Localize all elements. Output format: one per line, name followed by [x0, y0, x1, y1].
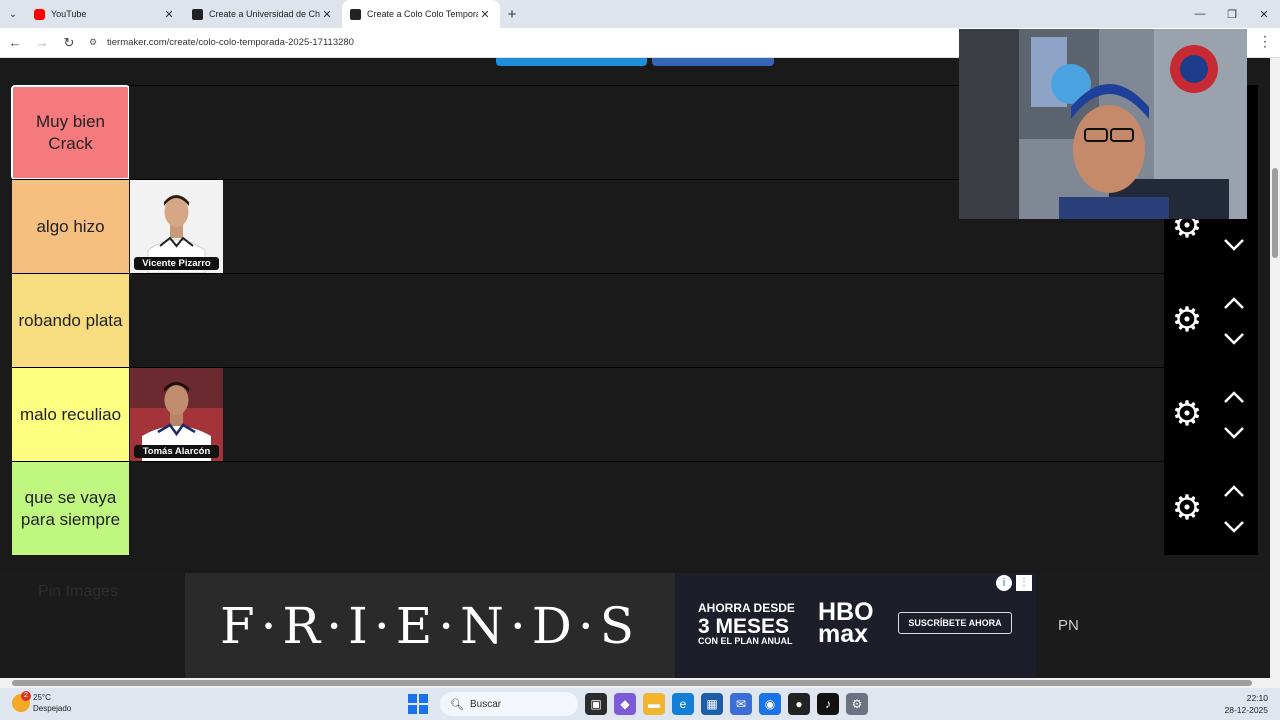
chevron-up-icon[interactable] [1222, 482, 1246, 500]
restore-icon[interactable]: ❐ [1216, 0, 1248, 28]
tier-controls: ⚙ [1164, 274, 1258, 367]
chevron-up-icon[interactable] [1222, 388, 1246, 406]
taskbar-search[interactable]: 🔍︎ Buscar [440, 692, 578, 716]
hbo-logo-bottom: max [818, 620, 869, 648]
tab-title: Create a Colo Colo Temporada [367, 9, 478, 19]
ad-options-icon[interactable]: ⋮ [1016, 575, 1032, 591]
tab-colo-colo[interactable]: Create a Colo Colo Temporada ✕ [342, 0, 500, 28]
system-clock[interactable]: 22:10 28-12-2025 [1225, 692, 1268, 716]
gear-icon[interactable]: ⚙ [1170, 491, 1204, 525]
tier-label[interactable]: malo reculiao [12, 368, 129, 461]
close-tab-icon[interactable]: ✕ [478, 8, 492, 21]
chrome-icon[interactable]: ◉ [759, 693, 781, 715]
tiermaker-icon [192, 8, 203, 20]
url-text: tiermaker.com/create/colo-colo-temporada… [107, 37, 354, 48]
windows-taskbar: 2 25°C Despejado 🔍︎ Buscar ▣ ◆ ▬ e ▦ ✉ ◉… [0, 688, 1280, 720]
player-card[interactable]: Vicente Pizarro [130, 180, 223, 273]
gear-icon[interactable]: ⚙ [1170, 303, 1204, 337]
tab-search-chevron-icon[interactable]: ⌄ [0, 0, 26, 28]
friends-ad[interactable]: F·R·I·E·N·D·S [185, 573, 675, 678]
site-info-icon[interactable]: ⚙ [89, 37, 101, 48]
tier-items-dropzone[interactable]: Tomás Alarcón [129, 368, 1165, 461]
mail-icon[interactable]: ✉ [730, 693, 752, 715]
tier-controls: ⚙ [1164, 462, 1258, 555]
chevron-down-icon[interactable] [1222, 330, 1246, 348]
forward-icon[interactable]: → [30, 31, 54, 55]
scrollbar-thumb[interactable] [1272, 168, 1278, 258]
hbo-max-logo: HBO max [818, 600, 874, 648]
horizontal-scrollbar[interactable] [0, 678, 1280, 688]
player-name: Vicente Pizarro [134, 257, 219, 270]
close-window-icon[interactable]: ✕ [1248, 0, 1280, 28]
gear-icon[interactable]: ⚙ [1170, 397, 1204, 431]
tier-row: malo reculiao Tomás Alarcón ⚙ [12, 367, 1258, 461]
scrollbar-thumb[interactable] [12, 680, 1252, 686]
weather-desc: Despejado [33, 704, 72, 713]
chevron-down-icon[interactable] [1222, 518, 1246, 536]
minimize-icon[interactable]: — [1184, 0, 1216, 28]
store-icon[interactable]: ▦ [701, 693, 723, 715]
close-tab-icon[interactable]: ✕ [162, 8, 176, 21]
search-icon: 🔍︎ [450, 698, 464, 711]
tab-universidad-de-chile[interactable]: Create a Universidad de Chile Te ✕ [184, 0, 342, 28]
chevron-down-icon[interactable] [1222, 424, 1246, 442]
ad-line: CON EL PLAN ANUAL [698, 636, 793, 646]
back-icon[interactable]: ← [3, 31, 27, 55]
copilot-icon[interactable]: ◆ [614, 693, 636, 715]
share-button[interactable] [652, 58, 774, 66]
file-explorer-icon[interactable]: ▬ [643, 693, 665, 715]
tier-label[interactable]: algo hizo [12, 180, 129, 273]
url-field[interactable]: ⚙ tiermaker.com/create/colo-colo-tempora… [89, 32, 969, 54]
search-placeholder: Buscar [469, 698, 502, 710]
obs-icon[interactable]: ● [788, 693, 810, 715]
player-card[interactable]: Tomás Alarcón [130, 368, 223, 461]
webcam-overlay [959, 29, 1247, 219]
tier-label[interactable]: que se vaya para siempre [12, 462, 129, 555]
tier-label[interactable]: Muy bien Crack [11, 85, 130, 180]
subscribe-button[interactable]: SUSCRÍBETE AHORA [898, 612, 1012, 634]
taskbar-apps: 🔍︎ Buscar ▣ ◆ ▬ e ▦ ✉ ◉ ● ♪ ⚙ [408, 692, 868, 716]
task-view-icon[interactable]: ▣ [585, 693, 607, 715]
tier-items-dropzone[interactable] [129, 462, 1165, 555]
friends-logo-text: F·R·I·E·N·D·S [219, 596, 641, 655]
windows-start-icon[interactable] [408, 694, 428, 714]
ad-strip: Pin Images F·R·I·E·N·D·S AHORRA DESDE 3 … [0, 573, 1270, 678]
weather-sun-icon: 2 [12, 691, 31, 712]
tab-youtube[interactable]: YouTube ✕ [26, 0, 184, 28]
clock-time: 22:10 [1246, 693, 1268, 703]
tab-title: Create a Universidad de Chile Te [209, 9, 320, 19]
tiktok-icon[interactable]: ♪ [817, 693, 839, 715]
settings-icon[interactable]: ⚙ [846, 693, 868, 715]
notification-badge: 2 [21, 691, 31, 701]
tiermaker-icon [350, 8, 361, 20]
edge-icon[interactable]: e [672, 693, 694, 715]
chevron-up-icon[interactable] [1222, 294, 1246, 312]
browser-tab-strip: ⌄ YouTube ✕ Create a Universidad de Chil… [0, 0, 1280, 28]
reload-icon[interactable]: ↻ [57, 31, 81, 55]
clock-date: 28-12-2025 [1224, 705, 1268, 715]
youtube-icon [34, 8, 45, 20]
tier-controls: ⚙ [1164, 368, 1258, 461]
save-download-button[interactable] [496, 58, 647, 66]
browser-menu-icon[interactable]: ⋮ [1258, 33, 1272, 50]
tier-label[interactable]: robando plata [12, 274, 129, 367]
tier-row: robando plata ⚙ [12, 273, 1258, 367]
tier-row: que se vaya para siempre ⚙ [12, 461, 1258, 555]
pin-images-label: Pin Images [38, 583, 119, 600]
vertical-scrollbar[interactable] [1270, 58, 1280, 678]
new-tab-button[interactable]: + [500, 6, 524, 23]
player-name: Tomás Alarcón [134, 445, 219, 458]
ad-info-icon[interactable]: i [996, 575, 1012, 591]
window-controls: — ❐ ✕ [1184, 0, 1280, 28]
tab-title: YouTube [51, 9, 87, 19]
weather-temp: 25°C [33, 693, 51, 702]
webcam-image [959, 29, 1247, 219]
ad-line: AHORRA DESDE [698, 601, 795, 615]
tier-items-dropzone[interactable] [129, 274, 1165, 367]
hbo-max-ad[interactable]: AHORRA DESDE 3 MESES CON EL PLAN ANUAL H… [676, 573, 1036, 678]
weather-widget[interactable]: 2 25°C Despejado [12, 691, 72, 714]
close-tab-icon[interactable]: ✕ [320, 8, 334, 21]
side-ad-text: PN [1058, 617, 1079, 634]
chevron-down-icon[interactable] [1222, 236, 1246, 254]
